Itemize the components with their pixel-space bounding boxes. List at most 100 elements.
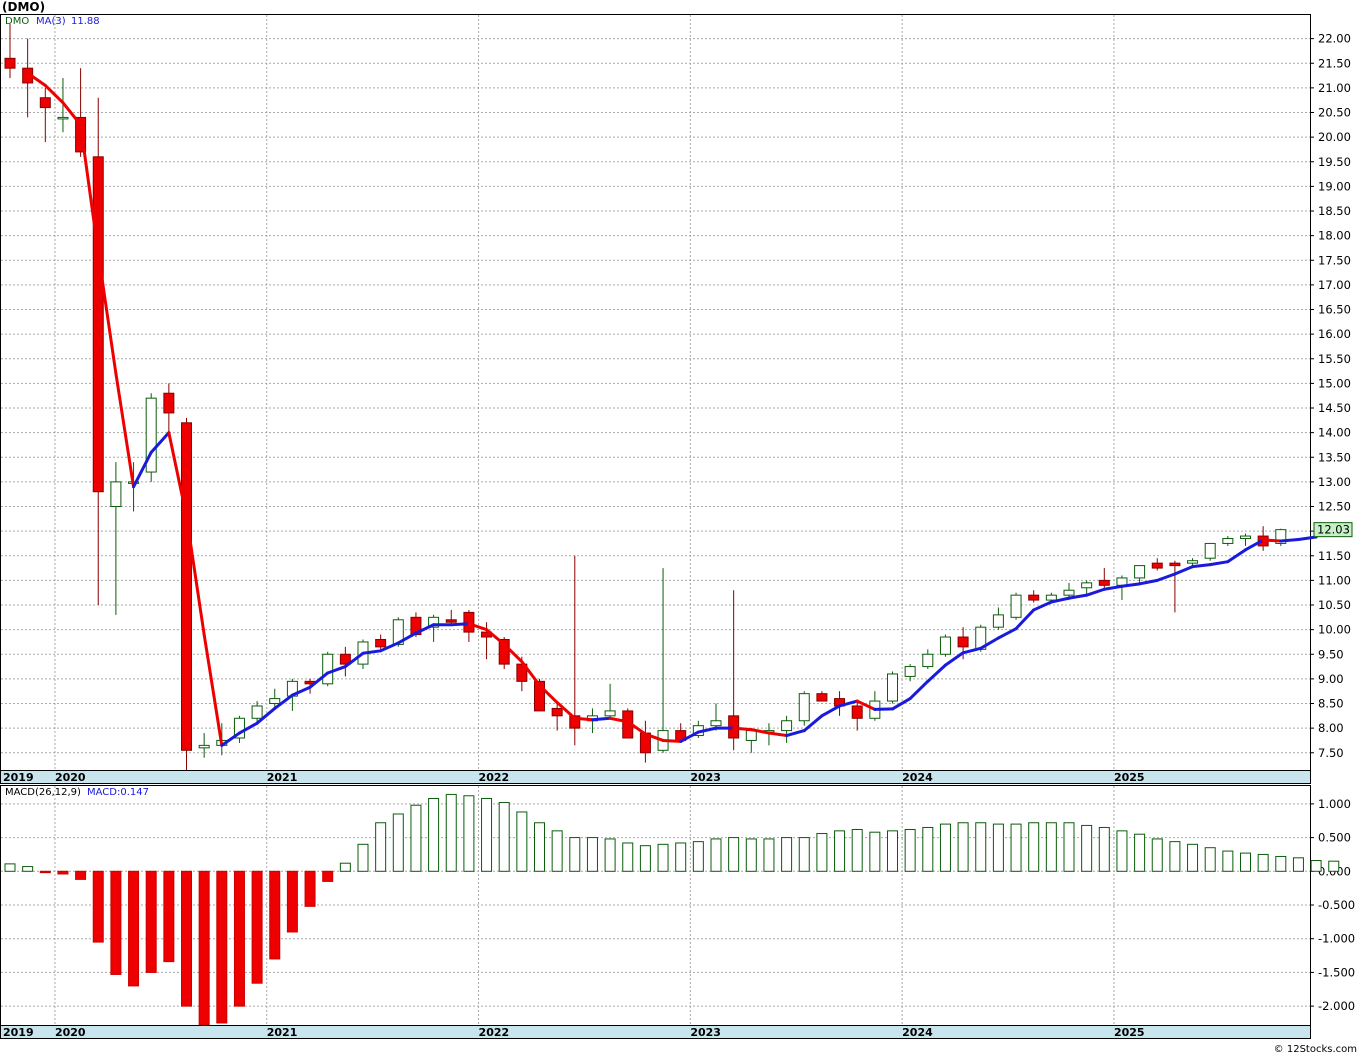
macd-bar-positive [410,804,422,872]
ma-segment [1191,563,1212,569]
macd-bar-positive [1134,833,1146,872]
macd-bar-positive [1328,860,1340,872]
price-tick-label: 9.50 [1318,647,1344,661]
macd-bar-positive [1204,847,1216,872]
price-tick-label: 7.50 [1318,746,1344,760]
macd-bar-positive [834,830,846,872]
macd-bar-positive [534,822,545,872]
price-tick-label: 15.00 [1318,376,1351,390]
macd-bar-positive [710,838,722,872]
price-year-label: 2024 [902,771,933,784]
macd-tick-label: -1.000 [1318,932,1355,946]
candle-up [1010,594,1022,618]
macd-y-axis: -2.000-1.500-1.000-0.5000.0000.5001.000 [1310,797,1355,1013]
macd-bar-positive [22,866,34,872]
macd-bar-positive [4,863,16,872]
candle-up [269,698,281,705]
macd-bar-positive [1240,852,1251,872]
macd-bar-positive [498,802,510,872]
macd-bar-positive [463,795,475,872]
candle-down [851,705,863,719]
price-tick-label: 16.00 [1318,327,1351,341]
macd-year-label: 2024 [902,1026,933,1039]
candle-up [781,720,793,732]
candle-down [445,619,457,623]
macd-bar-positive [569,837,581,872]
macd-bar-positive [922,826,934,872]
price-tick-label: 15.50 [1318,352,1351,366]
price-tick-label: 19.50 [1318,155,1351,169]
ma-segment [449,622,471,627]
candle-up [251,705,263,719]
candle-down [957,636,969,648]
macd-bar-positive [1169,841,1181,872]
candle-up [198,744,210,749]
macd-bar-negative [75,870,87,880]
macd-year-label: 2021 [267,1026,298,1039]
macd-bar-positive [798,837,810,872]
candle-down [39,97,51,109]
stock-chart: (DMO) 7.50 8.00 8.50 9.00 9.50 10.00 10.50 11.0… [0,0,1357,1055]
price-year-label: 2025 [1114,771,1145,784]
macd-bar-negative [216,870,228,1024]
price-tick-label: 21.00 [1318,81,1351,95]
price-tick-label: 13.50 [1318,450,1351,464]
price-tick-label: 11.50 [1318,549,1351,563]
chart-title: (DMO) [2,0,45,14]
macd-bar-positive [639,845,651,872]
macd-bar-positive [392,813,404,872]
macd-panel: -2.000-1.500-1.000-0.5000.0000.5001.000 … [0,785,1355,1039]
price-tick-label: 18.50 [1318,204,1351,218]
price-year-label: 2021 [267,771,298,784]
candle-up [798,693,810,722]
macd-bar-positive [375,822,387,872]
candle-down [163,392,175,414]
price-legend-ma-label: MA(3) [36,16,66,27]
macd-bar-positive [551,830,563,872]
candle-down [1028,594,1040,601]
candle-up [939,636,951,655]
candle-up [922,653,934,668]
price-panel: 7.50 8.00 8.50 9.00 9.50 10.00 10.50 11.00 11.50… [0,14,1353,784]
macd-bar-negative [198,870,210,1026]
candle-down [1151,562,1163,569]
candle-up [1204,542,1216,559]
candle-up [1187,560,1199,564]
macd-bar-positive [481,797,493,872]
macd-bar-positive [1275,855,1287,872]
price-tick-label: 19.00 [1318,179,1351,193]
macd-bar-positive [1187,843,1199,872]
ma-segment [1261,538,1283,543]
price-tick-label: 11.00 [1318,573,1351,587]
candle-up [887,673,898,702]
candle-up [1045,594,1057,601]
candle-up [110,481,122,508]
macd-bar-positive [1010,823,1022,872]
price-tick-label: 17.00 [1318,278,1351,292]
macd-legend-name: MACD(26,12,9) [5,787,81,798]
candle-down [1169,562,1181,567]
candle-up [1222,538,1234,544]
price-tick-label: 22.00 [1318,32,1351,46]
macd-bar-negative [251,870,263,984]
macd-bar-positive [516,811,528,872]
price-tick-label: 13.00 [1318,475,1351,489]
ma-segment [590,716,612,722]
candle-up [57,116,69,120]
macd-bar-negative [181,870,192,1007]
macd-bar-positive [1222,850,1234,872]
price-tick-label: 12.50 [1318,500,1351,514]
candle-down [181,422,192,751]
macd-bar-negative [304,870,316,907]
macd-tick-label: -2.000 [1318,999,1355,1013]
macd-bar-negative [286,870,298,933]
candle-down [1098,579,1110,586]
macd-bar-positive [1257,853,1269,872]
candle-up [992,614,1004,628]
price-tick-label: 8.00 [1318,721,1344,735]
candle-down [375,638,387,648]
macd-bar-negative [57,870,69,875]
macd-bar-positive [1081,824,1093,872]
price-y-axis: 7.50 8.00 8.50 9.00 9.50 10.00 10.50 11.00 11.50… [1310,32,1351,760]
price-tick-label: 9.00 [1318,672,1344,686]
